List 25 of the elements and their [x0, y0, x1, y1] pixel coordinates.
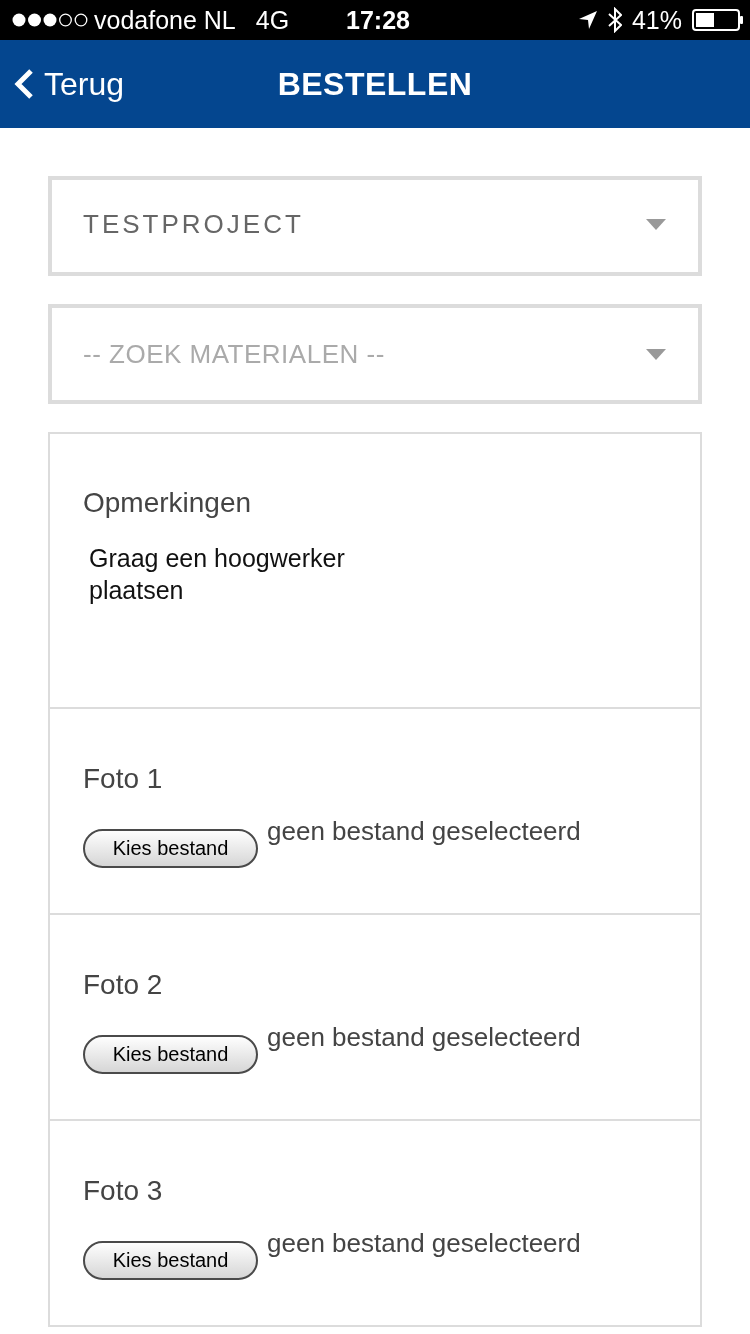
project-select[interactable]: TESTPROJECT — [48, 176, 702, 276]
caret-down-icon — [646, 348, 666, 360]
signal-strength-icon — [12, 13, 88, 27]
remarks-label: Opmerkingen — [83, 487, 253, 519]
network-type: 4G — [255, 5, 290, 35]
battery-percentage: 41% — [631, 5, 682, 35]
remarks-field[interactable]: Graag een hoogwerker plaatsen — [89, 542, 409, 606]
carrier-name: vodafone NL — [94, 5, 236, 35]
choose-file-button[interactable]: Kies bestand — [83, 1241, 258, 1280]
photo-label: Foto 2 — [83, 969, 164, 1001]
file-status-text: geen bestand geselecteerd — [267, 815, 581, 847]
file-status-text: geen bestand geselecteerd — [267, 1021, 581, 1053]
choose-file-button[interactable]: Kies bestand — [83, 829, 258, 868]
chevron-left-icon — [14, 69, 34, 99]
photo-label: Foto 3 — [83, 1175, 164, 1207]
bluetooth-icon — [607, 7, 622, 33]
clock-time: 17:28 — [346, 5, 410, 35]
photo-label: Foto 1 — [83, 763, 164, 795]
choose-file-button[interactable]: Kies bestand — [83, 1035, 258, 1074]
page-title: BESTELLEN — [277, 65, 473, 103]
back-button[interactable]: Terug — [14, 65, 125, 103]
location-arrow-icon — [577, 10, 598, 30]
battery-icon — [692, 9, 744, 31]
caret-down-icon — [646, 218, 666, 230]
file-status-text: geen bestand geselecteerd — [267, 1227, 581, 1259]
